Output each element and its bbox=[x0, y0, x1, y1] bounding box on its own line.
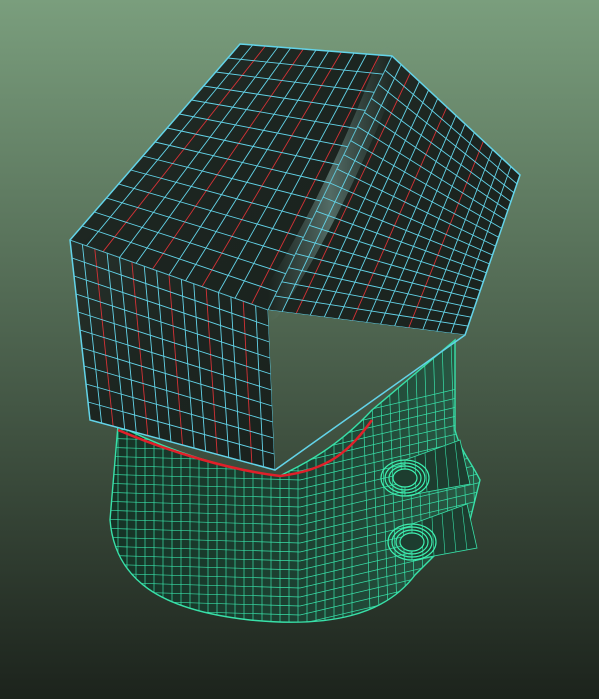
boss-ring bbox=[392, 468, 418, 488]
wireframe-scene bbox=[0, 0, 599, 699]
boss-ring bbox=[399, 532, 425, 552]
3d-viewport[interactable] bbox=[0, 0, 599, 699]
